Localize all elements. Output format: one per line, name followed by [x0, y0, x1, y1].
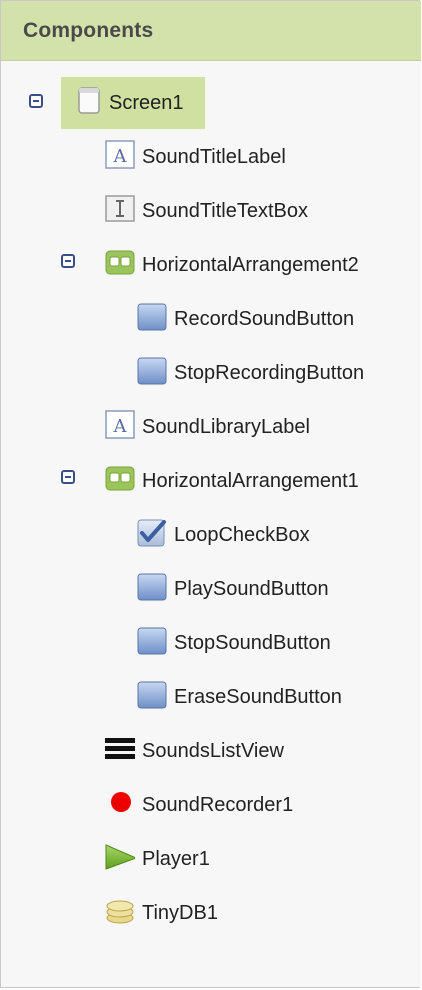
horizontal-arrangement-icon	[105, 250, 135, 275]
tree-node-label: PlaySoundButton	[174, 578, 329, 600]
sound-recorder-icon	[111, 792, 131, 812]
screen-icon	[78, 87, 100, 114]
components-panel: Components Screen1 A SoundTitleLabel Sou…	[0, 0, 421, 988]
database-icon	[106, 900, 134, 924]
button-icon	[137, 303, 167, 331]
tree-node-label: LoopCheckBox	[174, 524, 310, 546]
tree-node-screen1[interactable]: Screen1	[61, 86, 205, 120]
tree-node-label: SoundsListView	[142, 740, 284, 762]
tree-node-label: HorizontalArrangement2	[142, 254, 359, 276]
svg-text:A: A	[113, 416, 128, 437]
collapse-toggle-icon[interactable]	[61, 470, 75, 484]
collapse-toggle-icon[interactable]	[29, 94, 43, 108]
tree-node-horizontalarrangement2[interactable]: HorizontalArrangement2	[105, 248, 415, 282]
tree-node-soundtitlelabel[interactable]: A SoundTitleLabel	[105, 140, 405, 174]
tree-node-label: StopSoundButton	[174, 632, 331, 654]
button-icon	[137, 627, 167, 655]
tree-node-label: SoundRecorder1	[142, 794, 294, 816]
tree-node-horizontalarrangement1[interactable]: HorizontalArrangement1	[105, 464, 415, 498]
player-icon	[105, 844, 135, 870]
tree-node-soundtitletextbox[interactable]: SoundTitleTextBox	[105, 194, 405, 228]
panel-title: Components	[23, 19, 154, 42]
button-icon	[137, 681, 167, 709]
tree-node-label: HorizontalArrangement1	[142, 470, 359, 492]
tree-node-label: StopRecordingButton	[174, 362, 365, 384]
tree-node-label: SoundLibraryLabel	[142, 416, 310, 438]
panel-header: Components	[1, 1, 421, 61]
tree-node-playsoundbutton[interactable]: PlaySoundButton	[137, 572, 407, 606]
tree-node-label: Screen1	[109, 92, 184, 114]
tree-node-recordsoundbutton[interactable]: RecordSoundButton	[137, 302, 407, 336]
listview-icon	[105, 738, 135, 759]
tree-node-label: RecordSoundButton	[174, 308, 355, 330]
tree-node-label: SoundTitleTextBox	[142, 200, 309, 222]
label-icon: A	[105, 410, 135, 439]
button-icon	[137, 573, 167, 601]
tree-node-stopsoundbutton[interactable]: StopSoundButton	[137, 626, 407, 660]
label-icon: A	[105, 140, 135, 169]
tree-node-label: SoundTitleLabel	[142, 146, 286, 168]
tree-node-stoprecordingbutton[interactable]: StopRecordingButton	[137, 356, 407, 390]
svg-text:A: A	[113, 146, 128, 167]
tree-node-erasesoundbutton[interactable]: EraseSoundButton	[137, 680, 407, 714]
tree-node-soundlibrarylabel[interactable]: A SoundLibraryLabel	[105, 410, 405, 444]
tree-node-soundrecorder1[interactable]: SoundRecorder1	[105, 788, 405, 822]
button-icon	[137, 357, 167, 385]
checkbox-icon	[137, 519, 166, 547]
textbox-icon	[105, 195, 135, 222]
tree-node-label: TinyDB1	[142, 902, 218, 924]
tree-node-tinydb1[interactable]: TinyDB1	[105, 896, 405, 930]
horizontal-arrangement-icon	[105, 466, 135, 491]
component-tree: Screen1 A SoundTitleLabel SoundTitleText…	[1, 61, 421, 987]
tree-node-label: Player1	[142, 848, 210, 870]
tree-node-loopcheckbox[interactable]: LoopCheckBox	[137, 518, 407, 552]
tree-node-player1[interactable]: Player1	[105, 842, 405, 876]
collapse-toggle-icon[interactable]	[61, 254, 75, 268]
tree-node-soundslistview[interactable]: SoundsListView	[105, 734, 405, 768]
tree-node-label: EraseSoundButton	[174, 686, 342, 708]
